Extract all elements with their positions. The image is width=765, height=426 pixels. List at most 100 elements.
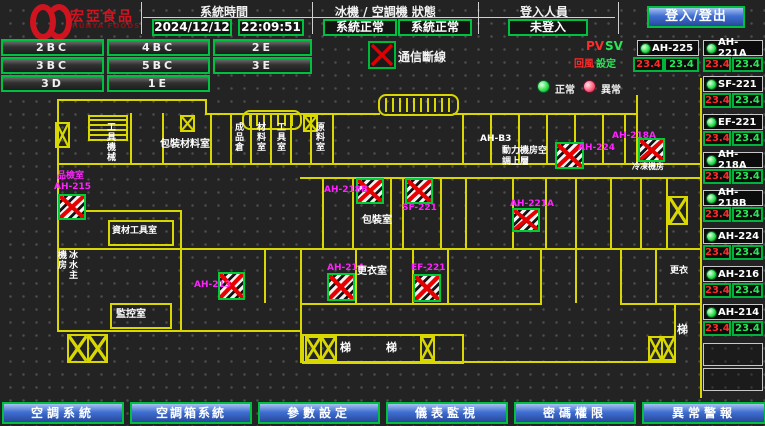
equipment-label: AH-213	[194, 280, 231, 290]
unit-ah-221a[interactable]: AH-221A	[703, 40, 763, 56]
status-led	[706, 43, 717, 54]
system-date-value: 2024/12/12	[152, 19, 232, 36]
unit-ah-224-sv: 23.4	[732, 245, 763, 260]
top-bar: 宏亞食品 HUNYA FOODS 系統時間 2024/12/12 22:09:5…	[0, 0, 765, 36]
abnormal-led-icon	[583, 80, 596, 93]
equipment-label: AH-224	[578, 143, 615, 153]
nav-meter-monitoring-button[interactable]: 儀表監視	[386, 402, 508, 424]
floor-button-5bc[interactable]: 5BC	[107, 57, 210, 74]
room-label: AH-B3	[480, 134, 511, 145]
unit-ef-221-pv: 23.4	[703, 131, 731, 146]
empty-slot	[703, 343, 763, 366]
room-label: 更衣	[670, 266, 688, 277]
room-label: 成品倉	[232, 122, 243, 164]
unit-ah-225-sv: 23.4	[664, 57, 699, 72]
status-led	[706, 193, 717, 204]
room-label: 工具機械	[104, 122, 115, 164]
room-label: 監控室	[116, 309, 146, 320]
nav-ac-system-button[interactable]: 空調系統	[2, 402, 124, 424]
unit-ah-225-pv: 23.4	[633, 57, 664, 72]
equipment-icon-ef-221[interactable]	[413, 274, 441, 302]
comm-offline-label: 通信斷線	[398, 48, 446, 65]
unit-ah-218b[interactable]: AH-218B	[703, 190, 763, 206]
pv-type-label: 回風	[574, 55, 594, 70]
unit-ah-218a[interactable]: AH-218A	[703, 152, 763, 168]
room-label: 包裝材料室	[160, 139, 210, 150]
room-label: 資材工具室	[112, 226, 157, 237]
room-label: 原料室	[313, 122, 324, 164]
floor-button-2e[interactable]: 2E	[213, 39, 312, 56]
login-logout-button[interactable]: 登入/登出	[647, 6, 745, 28]
empty-slot	[703, 368, 763, 391]
equipment-label: AH-218B	[324, 185, 368, 195]
floor-button-2bc[interactable]: 2BC	[1, 39, 104, 56]
equipment-label: AH-218A	[612, 131, 656, 141]
pv-header: PV	[586, 39, 604, 53]
room-label: 動力機房空調上層	[502, 146, 548, 168]
room-label: 梯	[386, 342, 397, 353]
normal-legend-label: 正常	[555, 81, 575, 96]
stairs-icon	[305, 336, 337, 361]
machine-status-label: 冰機 / 空調機 狀態	[335, 3, 436, 20]
status-led	[706, 155, 717, 166]
chiller-status-value: 系統正常	[323, 19, 397, 36]
room-label: 更衣室	[357, 266, 387, 277]
elevator-icon	[378, 94, 459, 116]
ladder-icon	[668, 196, 688, 225]
unit-ah-218b-sv: 23.4	[732, 207, 763, 222]
unit-ah-218b-pv: 23.4	[703, 207, 731, 222]
normal-led-icon	[537, 80, 550, 93]
unit-ah-225[interactable]: AH-225	[637, 40, 699, 56]
equipment-icon-sf-221[interactable]	[405, 178, 433, 204]
status-led	[706, 117, 717, 128]
unit-ah-214-pv: 23.4	[703, 321, 731, 336]
unit-ah-216[interactable]: AH-216	[703, 266, 763, 282]
unit-ah-224[interactable]: AH-224	[703, 228, 763, 244]
sv-header: SV	[605, 39, 623, 53]
equipment-icon-ah-214[interactable]	[327, 273, 355, 301]
equipment-label: AH-215	[54, 182, 91, 192]
equipment-label: SF-221	[402, 203, 437, 213]
unit-ah-216-pv: 23.4	[703, 283, 731, 298]
stairs-icon	[648, 336, 676, 361]
nav-parameter-settings-button[interactable]: 參數設定	[258, 402, 380, 424]
floor-button-4bc[interactable]: 4BC	[107, 39, 210, 56]
unit-ef-221-sv: 23.4	[732, 131, 763, 146]
unit-ah-221a-sv: 23.4	[732, 57, 763, 72]
unit-ah-216-sv: 23.4	[732, 283, 763, 298]
floor-button-1e[interactable]: 1E	[107, 75, 210, 92]
unit-ah-218a-sv: 23.4	[732, 169, 763, 184]
comm-offline-icon	[368, 41, 396, 69]
equipment-icon-ah-215[interactable]	[58, 194, 86, 220]
abnormal-legend-label: 異常	[601, 81, 621, 96]
floor-button-3e[interactable]: 3E	[213, 57, 312, 74]
unit-sf-221[interactable]: SF-221	[703, 76, 763, 92]
room-label: 梯	[340, 342, 351, 353]
nav-password-permission-button[interactable]: 密碼權限	[514, 402, 636, 424]
room-label: 冰水主機房	[55, 250, 77, 284]
room-label: 包裝室	[362, 215, 392, 226]
equipment-label: EF-221	[411, 263, 446, 273]
login-user-label: 登入人員	[520, 3, 568, 20]
stairs-icon	[67, 334, 108, 363]
room-label: 材料室	[254, 122, 265, 164]
floor-button-3bc[interactable]: 3BC	[1, 57, 104, 74]
status-led	[706, 269, 717, 280]
nav-alarm-button[interactable]: 異常警報	[642, 402, 765, 424]
company-logo-icon	[46, 4, 72, 40]
nav-ahu-system-button[interactable]: 空調箱系統	[130, 402, 252, 424]
floor-button-3d[interactable]: 3D	[1, 75, 104, 92]
equipment-icon-ah-218a[interactable]	[638, 138, 665, 162]
room-label: 冷凍機房	[632, 161, 664, 172]
unit-ah-214[interactable]: AH-214	[703, 304, 763, 320]
unit-sf-221-sv: 23.4	[732, 93, 763, 108]
ladder-icon	[180, 115, 195, 132]
system-time-value: 22:09:51	[238, 19, 304, 36]
sv-type-label: 設定	[596, 55, 616, 70]
company-name-en: HUNYA FOODS	[72, 22, 140, 30]
room-label: 梯	[677, 324, 688, 335]
login-user-value: 未登入	[508, 19, 588, 36]
unit-sf-221-pv: 23.4	[703, 93, 731, 108]
equipment-icon-ah-221a[interactable]	[512, 208, 540, 232]
unit-ef-221[interactable]: EF-221	[703, 114, 763, 130]
